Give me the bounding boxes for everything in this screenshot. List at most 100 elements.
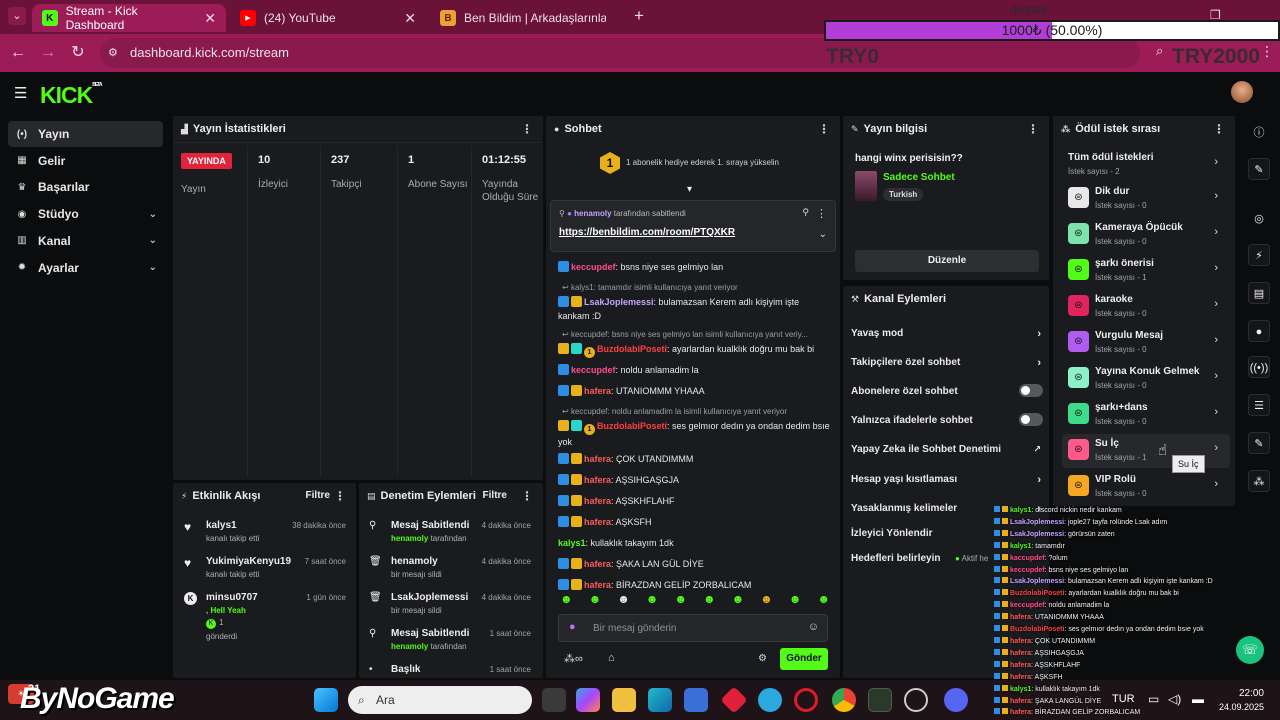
- event-actor[interactable]: henamoly: [391, 642, 428, 651]
- reward-item[interactable]: ⊜ karaoke İstek sayısı - 0 ›: [1062, 290, 1230, 324]
- tab-benbildim[interactable]: B Ben Bildim | Arkadaşlarınla Onl: [430, 4, 626, 32]
- kebab-icon[interactable]: ⋮: [816, 207, 827, 220]
- kebab-icon[interactable]: ⋮: [521, 489, 533, 503]
- chat-username[interactable]: hafera: [584, 580, 611, 590]
- chat-username[interactable]: BuzdolabiPoseti: [597, 421, 667, 431]
- emote-icon[interactable]: ☻: [617, 592, 630, 610]
- lightning-icon[interactable]: ⚡: [1248, 244, 1270, 266]
- category-name[interactable]: Sadece Sohbet: [883, 172, 955, 183]
- reload-icon[interactable]: ↻: [68, 43, 88, 63]
- wrench-icon[interactable]: ✎: [1248, 432, 1270, 454]
- hamburger-menu-icon[interactable]: ☰: [14, 84, 27, 102]
- all-rewards-item[interactable]: Tüm ödül istekleri İstek sayısı - 2 ›: [1062, 148, 1230, 182]
- chat-icon[interactable]: ●: [1248, 320, 1270, 342]
- sidebar-item-0[interactable]: (•) Yayın: [8, 121, 163, 147]
- app-icon[interactable]: [904, 688, 928, 712]
- windows-start-icon[interactable]: [314, 688, 338, 712]
- discord-icon[interactable]: [944, 688, 968, 712]
- channel-action-item[interactable]: Takipçilere özel sohbet ›: [851, 357, 1043, 371]
- send-button[interactable]: Gönder: [780, 648, 828, 670]
- chat-input[interactable]: ● Bir mesaj gönderin ☺: [558, 614, 828, 642]
- chat-username[interactable]: hafera: [584, 386, 611, 396]
- reward-item[interactable]: ⊜ şarkı önerisi İstek sayısı - 1 ›: [1062, 254, 1230, 288]
- channel-action-item[interactable]: Abonelere özel sohbet: [851, 384, 1043, 400]
- settings-gear-icon[interactable]: ⚙: [758, 653, 767, 664]
- emote-icon[interactable]: ☻: [817, 592, 830, 610]
- sidebar-item-3[interactable]: ◉ Stüdyo ⌄: [8, 201, 163, 227]
- store-icon[interactable]: [684, 688, 708, 712]
- emote-icon[interactable]: ☻: [674, 592, 687, 610]
- taskbar-search[interactable]: ⌕ Ara: [348, 686, 532, 714]
- chat-username[interactable]: hafera: [584, 454, 611, 464]
- chat-username[interactable]: keccupdef: [571, 262, 616, 272]
- emote-icon[interactable]: ☻: [646, 592, 659, 610]
- toggle-switch[interactable]: [1019, 413, 1043, 426]
- kebab-icon[interactable]: ⋮: [1213, 122, 1225, 136]
- pinned-link[interactable]: https://benbildim.com/room/PTQXKR: [559, 227, 735, 238]
- menu-kebab-icon[interactable]: ⋮: [1260, 43, 1274, 60]
- copilot-icon[interactable]: [576, 688, 600, 712]
- chat-username[interactable]: hafera: [584, 496, 611, 506]
- zoom-icon[interactable]: ⌕: [1156, 43, 1163, 59]
- document-icon[interactable]: ▤: [1248, 282, 1270, 304]
- emote-icon[interactable]: ☻: [789, 592, 802, 610]
- chevron-down-icon[interactable]: ⌄: [149, 235, 157, 246]
- event-actor[interactable]: henamoly: [391, 534, 428, 543]
- chrome-profile-icon[interactable]: [868, 688, 892, 712]
- reward-item[interactable]: ⊜ Vurgulu Mesaj İstek sayısı - 0 ›: [1062, 326, 1230, 360]
- close-tab-icon[interactable]: ✕: [204, 10, 216, 27]
- file-explorer-icon[interactable]: [612, 688, 636, 712]
- new-tab-button[interactable]: +: [634, 6, 644, 26]
- chevron-down-icon[interactable]: ⌄: [819, 229, 827, 240]
- emote-icon[interactable]: ☻: [560, 592, 573, 610]
- unpin-icon[interactable]: ⚲: [802, 207, 809, 218]
- address-bar[interactable]: ⚙ dashboard.kick.com/stream: [100, 38, 1140, 68]
- target-icon[interactable]: ◎: [1248, 208, 1270, 230]
- forward-arrow-icon[interactable]: →: [38, 43, 58, 63]
- emote-icon[interactable]: ☻: [760, 592, 773, 610]
- edge-icon[interactable]: [648, 688, 672, 712]
- reward-item[interactable]: ⊜ Su İç İstek sayısı - 1 ›: [1062, 434, 1230, 468]
- site-info-icon[interactable]: ⚙: [108, 38, 118, 68]
- tab-list-chevron-icon[interactable]: ⌄: [8, 7, 26, 25]
- kebab-icon[interactable]: ⋮: [334, 489, 346, 503]
- toggle-switch[interactable]: [1019, 384, 1043, 397]
- info-icon[interactable]: ⓘ: [1248, 122, 1270, 144]
- emote-icon[interactable]: ☻: [703, 592, 716, 610]
- back-arrow-icon[interactable]: ←: [8, 43, 28, 63]
- kick-coins-icon[interactable]: ⁂∞: [564, 652, 583, 665]
- kebab-icon[interactable]: ⋮: [1027, 122, 1039, 136]
- broadcast-icon[interactable]: ((•)): [1248, 356, 1270, 378]
- pinned-message[interactable]: ⚲ ● henamoly tarafından sabitlendi https…: [550, 200, 836, 252]
- edit-button[interactable]: Düzenle: [855, 250, 1039, 272]
- collapse-icon[interactable]: ▾: [687, 184, 692, 195]
- emote-icon[interactable]: ☻: [589, 592, 602, 610]
- reward-item[interactable]: ⊜ VIP Rolü İstek sayısı - 0 ›: [1062, 470, 1230, 504]
- chevron-down-icon[interactable]: ⌄: [149, 209, 157, 220]
- sidebar-item-4[interactable]: ▥ Kanal ⌄: [8, 228, 163, 254]
- chat-username[interactable]: hafera: [584, 475, 611, 485]
- chat-username[interactable]: keccupdef: [571, 365, 616, 375]
- emoji-icon[interactable]: ☺: [808, 621, 819, 633]
- kebab-icon[interactable]: ⋮: [521, 122, 533, 136]
- reward-icon[interactable]: ⁂: [1248, 470, 1270, 492]
- tab-kick-dashboard[interactable]: K Stream - Kick Dashboard ✕: [32, 4, 226, 32]
- channel-action-item[interactable]: Yavaş mod ›: [851, 328, 1043, 342]
- task-view-icon[interactable]: [542, 688, 566, 712]
- opera-icon[interactable]: [794, 688, 818, 712]
- tab-youtube[interactable]: ▶ (24) YouTube ✕: [230, 4, 426, 32]
- close-tab-icon[interactable]: ✕: [404, 10, 416, 27]
- chrome-icon[interactable]: [832, 688, 856, 712]
- edit-icon[interactable]: ✎: [1248, 158, 1270, 180]
- app-icon[interactable]: [720, 686, 748, 714]
- app-icon[interactable]: [758, 688, 782, 712]
- channel-action-item[interactable]: Hesap yaşı kısıtlaması ›: [851, 474, 1043, 488]
- kebab-icon[interactable]: ⋮: [818, 122, 830, 136]
- reward-item[interactable]: ⊜ şarkı+dans İstek sayısı - 0 ›: [1062, 398, 1230, 432]
- avatar[interactable]: [1231, 81, 1253, 103]
- emote-icon[interactable]: ☻: [732, 592, 745, 610]
- sidebar-item-5[interactable]: ✹ Ayarlar ⌄: [8, 255, 163, 281]
- channel-action-item[interactable]: Yapay Zeka ile Sohbet Denetimi ↗: [851, 444, 1043, 458]
- channel-action-item[interactable]: Yalnızca ifadelerle sohbet: [851, 413, 1043, 429]
- filter-button[interactable]: Filtre: [483, 490, 507, 501]
